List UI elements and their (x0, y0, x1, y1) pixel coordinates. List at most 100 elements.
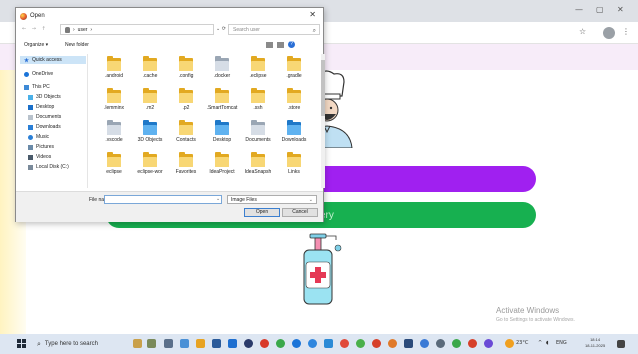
taskbar-app-icon[interactable] (484, 339, 493, 348)
nav-item-pictures[interactable]: Pictures (28, 143, 54, 151)
weather-icon[interactable] (505, 339, 514, 348)
taskbar-app-icon[interactable] (308, 339, 317, 348)
nav-item-videos[interactable]: Videos (28, 153, 51, 161)
taskbar-app-icon[interactable] (372, 339, 381, 348)
close-icon[interactable]: ✕ (617, 5, 624, 14)
taskbar-app-icon[interactable] (212, 339, 221, 348)
taskbar-app-icon[interactable] (356, 339, 365, 348)
taskbar-app-icon[interactable] (388, 339, 397, 348)
taskbar-search-box[interactable]: ⌕ Type here to search (33, 336, 123, 352)
app-icon (20, 12, 27, 20)
folder-item[interactable]: Links (276, 152, 312, 184)
file-list-scrollbar[interactable] (321, 54, 325, 188)
nav-item-quick-access[interactable]: Quick access (20, 56, 86, 64)
folder-item[interactable]: .ssh (240, 88, 276, 120)
search-icon[interactable]: ⌕ (313, 26, 316, 36)
taskbar-app-icon[interactable] (292, 339, 301, 348)
cancel-button[interactable]: Cancel (282, 208, 318, 217)
folder-item[interactable]: Favorites (168, 152, 204, 184)
volume-icon[interactable]: ◖ (546, 340, 549, 346)
path-separator: › (73, 26, 75, 33)
taskbar-app-icon[interactable] (468, 339, 477, 348)
folder-icon (179, 152, 193, 167)
folder-item[interactable]: .docker (204, 56, 240, 88)
file-name-input[interactable] (104, 195, 222, 204)
address-path-box[interactable]: › user › (60, 24, 214, 35)
profile-avatar[interactable] (603, 27, 615, 39)
taskbar-app-icon[interactable] (147, 339, 156, 348)
maximize-icon[interactable]: ▢ (596, 5, 604, 14)
nav-item-music[interactable]: Music (28, 133, 49, 141)
folder-name: .gradle (286, 73, 302, 79)
nav-item-desktop[interactable]: Desktop (28, 103, 54, 111)
taskbar-app-icon[interactable] (260, 339, 269, 348)
nav-item-documents[interactable]: Documents (28, 113, 61, 121)
taskbar-app-icon[interactable] (404, 339, 413, 348)
search-input[interactable]: Search user ⌕ (228, 24, 320, 35)
refresh-glyph[interactable]: ⟳ (222, 26, 226, 32)
file-explorer-icon[interactable] (196, 339, 205, 348)
windows-start-icon[interactable] (17, 339, 26, 348)
taskbar-app-icon[interactable] (133, 339, 142, 348)
folder-item[interactable]: .m2 (132, 88, 168, 120)
taskbar-app-icon[interactable] (436, 339, 445, 348)
folder-item[interactable]: .eclipse (240, 56, 276, 88)
folder-item[interactable]: Desktop (204, 120, 240, 152)
folder-item[interactable]: Documents (240, 120, 276, 152)
taskbar-app-icon[interactable] (420, 339, 429, 348)
help-icon[interactable]: ? (288, 41, 295, 48)
chrome-icon[interactable] (276, 339, 285, 348)
taskbar-app-icon[interactable] (180, 339, 189, 348)
folder-item[interactable]: Downloads (276, 120, 312, 152)
folder-item[interactable]: .store (276, 88, 312, 120)
new-folder-button[interactable]: New folder (65, 42, 89, 48)
nav-item-3d-objects[interactable]: 3D Objects (28, 93, 61, 101)
organize-menu-button[interactable]: Organize ▾ (24, 42, 48, 48)
nav-item-onedrive[interactable]: OneDrive (24, 70, 53, 78)
folder-item[interactable]: .config (168, 56, 204, 88)
dialog-close-icon[interactable]: ✕ (309, 10, 316, 19)
folder-item[interactable]: .cache (132, 56, 168, 88)
folder-item[interactable]: .p2 (168, 88, 204, 120)
folder-icon (215, 56, 229, 71)
menu-kebab-icon[interactable]: ⋮ (622, 27, 630, 36)
folder-item[interactable]: .SmartTomcat (204, 88, 240, 120)
folder-item[interactable]: IdeaSnapsh (240, 152, 276, 184)
bookmark-star-icon[interactable]: ☆ (579, 27, 586, 36)
folder-item[interactable]: eclipse (96, 152, 132, 184)
navigation-arrows-icon[interactable]: ← → ↑ (22, 26, 48, 32)
task-view-icon[interactable] (164, 339, 173, 348)
taskbar-app-icon[interactable] (340, 339, 349, 348)
weather-temperature[interactable]: 23°C (516, 340, 528, 346)
folder-item[interactable]: .android (96, 56, 132, 88)
vscode-icon[interactable] (324, 339, 333, 348)
taskbar-app-icon[interactable] (228, 339, 237, 348)
folder-icon (251, 152, 265, 167)
preview-pane-icon[interactable] (277, 41, 284, 48)
folder-item[interactable]: 3D Objects (132, 120, 168, 152)
folder-item[interactable]: .vscode (96, 120, 132, 152)
path-segment-user[interactable]: user (78, 27, 88, 33)
minimize-icon[interactable]: — (575, 5, 583, 14)
taskbar-clock[interactable]: 18:14 18-11-2025 (585, 337, 605, 349)
nav-item-downloads[interactable]: Downloads (28, 123, 61, 131)
language-indicator[interactable]: ENG (556, 340, 567, 346)
folder-item[interactable]: Contacts (168, 120, 204, 152)
taskbar-app-icon[interactable] (452, 339, 461, 348)
scrollbar-thumb[interactable] (321, 60, 325, 116)
folder-item[interactable]: .gradle (276, 56, 312, 88)
folder-item[interactable]: eclipse-wor (132, 152, 168, 184)
path-dropdown-icon[interactable]: ⌄ (216, 26, 220, 32)
file-type-select[interactable]: Image Files ⌄ (227, 195, 317, 204)
folder-item[interactable]: IdeaProject (204, 152, 240, 184)
taskbar-app-icon[interactable] (244, 339, 253, 348)
view-mode-icon[interactable] (266, 41, 273, 48)
tray-chevron-icon[interactable]: ^ (538, 340, 542, 346)
nav-item-local-disk[interactable]: Local Disk (C:) (28, 163, 69, 171)
folder-item[interactable]: .lemminx (96, 88, 132, 120)
refresh-icon[interactable]: ⌄ ⟳ (216, 26, 226, 32)
nav-item-this-pc[interactable]: This PC (24, 83, 50, 91)
file-name-dropdown-icon[interactable]: ⌄ (216, 196, 220, 202)
open-button[interactable]: Open (244, 208, 280, 217)
notification-icon[interactable] (617, 340, 625, 348)
